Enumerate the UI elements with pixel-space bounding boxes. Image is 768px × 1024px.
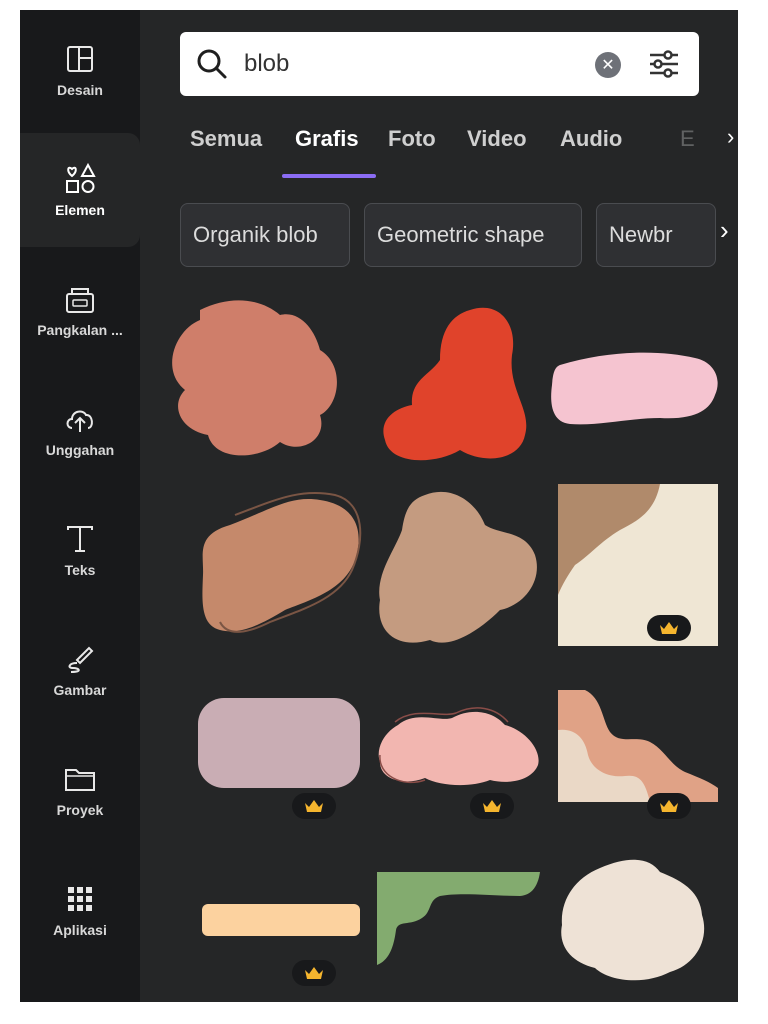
premium-crown-icon — [647, 793, 691, 819]
premium-crown-icon — [292, 960, 336, 986]
premium-crown-icon — [470, 793, 514, 819]
sidebar-item-label: Desain — [57, 82, 103, 98]
brand-kit-icon — [63, 282, 97, 316]
graphic-red-blob[interactable] — [383, 307, 527, 461]
sidebar-item-proyek[interactable]: Proyek — [20, 733, 140, 847]
graphic-terracotta-blob[interactable] — [172, 300, 337, 456]
sidebar-item-label: Pangkalan ... — [37, 322, 123, 338]
sidebar-item-label: Elemen — [55, 202, 105, 218]
cloud-upload-icon — [63, 402, 97, 436]
graphic-peach-bar[interactable] — [202, 904, 360, 936]
sidebar-item-label: Gambar — [53, 682, 107, 698]
graphic-tan-outlined-blob[interactable] — [202, 491, 362, 633]
graphic-corner-wave-brown-cream[interactable] — [558, 484, 718, 646]
sidebar-item-teks[interactable]: Teks — [20, 493, 140, 607]
graphic-pink-cloud-outlined[interactable] — [378, 707, 539, 786]
premium-crown-icon — [292, 793, 336, 819]
sidebar-item-elemen[interactable]: Elemen — [20, 133, 140, 247]
apps-grid-icon — [63, 882, 97, 916]
sidebar-item-gambar[interactable]: Gambar — [20, 613, 140, 727]
graphic-cream-blob[interactable] — [561, 859, 705, 981]
layout-icon — [63, 42, 97, 76]
sidebar-item-desain[interactable]: Desain — [20, 13, 140, 127]
shapes-icon — [63, 162, 97, 196]
graphic-green-drip-corner[interactable] — [377, 872, 540, 965]
graphic-mauve-rounded-rect[interactable] — [198, 698, 360, 788]
text-icon — [63, 522, 97, 556]
sidebar-item-label: Teks — [64, 562, 96, 578]
folder-icon — [63, 762, 97, 796]
graphic-corner-wave-salmon[interactable] — [558, 690, 718, 802]
sidebar-item-unggahan[interactable]: Unggahan — [20, 373, 140, 487]
sidebar-item-label: Unggahan — [45, 442, 115, 458]
sidebar-item-aplikasi[interactable]: Aplikasi — [20, 853, 140, 967]
sidebar-item-pangkalan[interactable]: Pangkalan ... — [20, 253, 140, 367]
elements-main-panel: ✕ Semua Grafis Foto Video Audio E › Orga… — [140, 10, 738, 1002]
elements-panel-window: Desain Elemen Pangkalan ... Unggahan Tek… — [20, 10, 738, 1002]
premium-crown-icon — [647, 615, 691, 641]
left-sidebar: Desain Elemen Pangkalan ... Unggahan Tek… — [20, 10, 140, 1002]
draw-icon — [63, 642, 97, 676]
graphics-grid — [172, 300, 718, 981]
sidebar-item-label: Aplikasi — [53, 922, 107, 938]
graphic-pink-wide-blob[interactable] — [551, 352, 718, 425]
sidebar-item-label: Proyek — [56, 802, 104, 818]
graphic-beige-blob[interactable] — [379, 491, 537, 643]
